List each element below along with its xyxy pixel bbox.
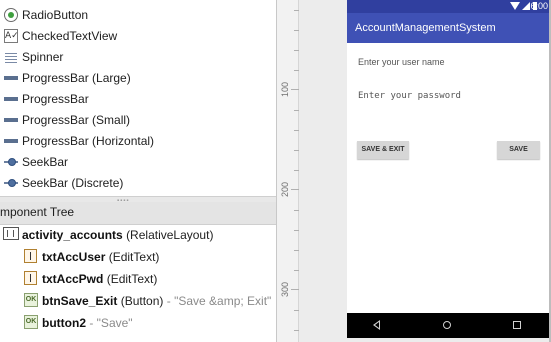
component-tree-header: mponent Tree [0,202,276,225]
seek-bar-icon [4,155,18,169]
tree-node-button2[interactable]: OK button2 - "Save" [0,313,276,335]
palette-item-label: RadioButton [22,8,89,22]
signal-icon [522,2,530,10]
ruler-tick [291,89,299,90]
palette-item-radiobutton[interactable]: RadioButton [0,5,276,26]
palette-item-spinner[interactable]: Spinner [0,47,276,68]
ruler-label: 100 [280,81,290,97]
palette-item-label: Spinner [22,50,64,64]
tree-node-txtaccpwd[interactable]: txtAccPwd (EditText) [0,269,276,291]
button-icon: OK [24,315,38,329]
app-bar: AccountManagementSystem [347,13,551,43]
radio-button-icon [4,8,18,22]
seek-bar-icon [4,176,18,190]
relative-layout-icon [3,227,19,240]
ruler-label: 200 [280,181,290,197]
navigation-bar [347,313,551,338]
component-tree: activity_accounts (RelativeLayout) txtAc… [0,225,276,342]
palette-item-label: ProgressBar [22,92,89,106]
progress-bar-icon [4,71,18,85]
tree-node-txtaccuser[interactable]: txtAccUser (EditText) [0,247,276,269]
tree-node-id: button2 [42,316,86,330]
tree-node-id: txtAccUser [42,250,106,264]
palette-panel: RadioButton A✓ CheckedTextView Spinner P… [0,0,276,196]
tree-node-hint: - "Save" [89,316,133,330]
palette-item-checkedtextview[interactable]: A✓ CheckedTextView [0,26,276,47]
user-name-field[interactable]: Enter your user name [358,57,445,68]
palette-item-label: ProgressBar (Horizontal) [22,134,155,148]
tree-node-hint: - "Save &amp; Exit" [166,294,272,308]
palette-item-label: ProgressBar (Large) [22,71,131,85]
tree-node-type: (Button) [120,294,164,308]
tree-node-id: txtAccPwd [42,272,104,286]
progress-bar-icon [4,92,18,106]
tree-node-type: (EditText) [106,272,158,286]
palette-item-seekbar[interactable]: SeekBar [0,152,276,173]
save-exit-button[interactable]: SAVE & EXIT [357,141,409,159]
palette-item-label: SeekBar (Discrete) [22,176,124,190]
app-title: AccountManagementSystem [355,22,496,34]
save-button[interactable]: SAVE [497,141,540,159]
ruler-tick [291,189,299,190]
tree-node-btnsave-exit[interactable]: OK btnSave_Exit (Button) - "Save &amp; E… [0,291,276,313]
status-time: 6:00 [530,1,548,11]
ruler-tick [291,289,299,290]
progress-bar-icon [4,113,18,127]
button-icon: OK [24,293,38,307]
status-bar: 6:00 [347,0,551,13]
back-icon[interactable] [373,320,380,330]
edit-text-icon [24,249,37,263]
wifi-icon [510,2,520,10]
palette-item-seekbar-discrete[interactable]: SeekBar (Discrete) [0,173,276,194]
spinner-icon [4,50,18,64]
palette-item-label: ProgressBar (Small) [22,113,131,127]
palette-item-label: SeekBar [22,155,69,169]
tree-node-activity-accounts[interactable]: activity_accounts (RelativeLayout) [0,225,276,247]
tree-node-type: (EditText) [108,250,160,264]
device-preview: 6:00 AccountManagementSystem Enter your … [347,0,551,338]
checked-text-view-icon: A✓ [4,29,19,43]
home-icon[interactable] [443,321,451,329]
recent-apps-icon[interactable] [513,321,521,329]
ruler-label: 300 [280,281,290,297]
palette-item-progressbar-horizontal[interactable]: ProgressBar (Horizontal) [0,131,276,152]
progress-bar-icon [4,134,18,148]
tree-node-id: activity_accounts [22,228,123,242]
edit-text-icon [24,271,37,285]
palette-item-progressbar[interactable]: ProgressBar [0,89,276,110]
palette-item-progressbar-small[interactable]: ProgressBar (Small) [0,110,276,131]
palette-item-label: CheckedTextView [22,29,118,43]
vertical-ruler: 100 200 300 [277,0,299,342]
password-field[interactable]: Enter your password [358,91,461,102]
palette-item-progressbar-large[interactable]: ProgressBar (Large) [0,68,276,89]
component-tree-title: mponent Tree [0,205,75,219]
tree-node-id: btnSave_Exit [42,294,118,308]
tree-node-type: (RelativeLayout) [126,228,214,242]
